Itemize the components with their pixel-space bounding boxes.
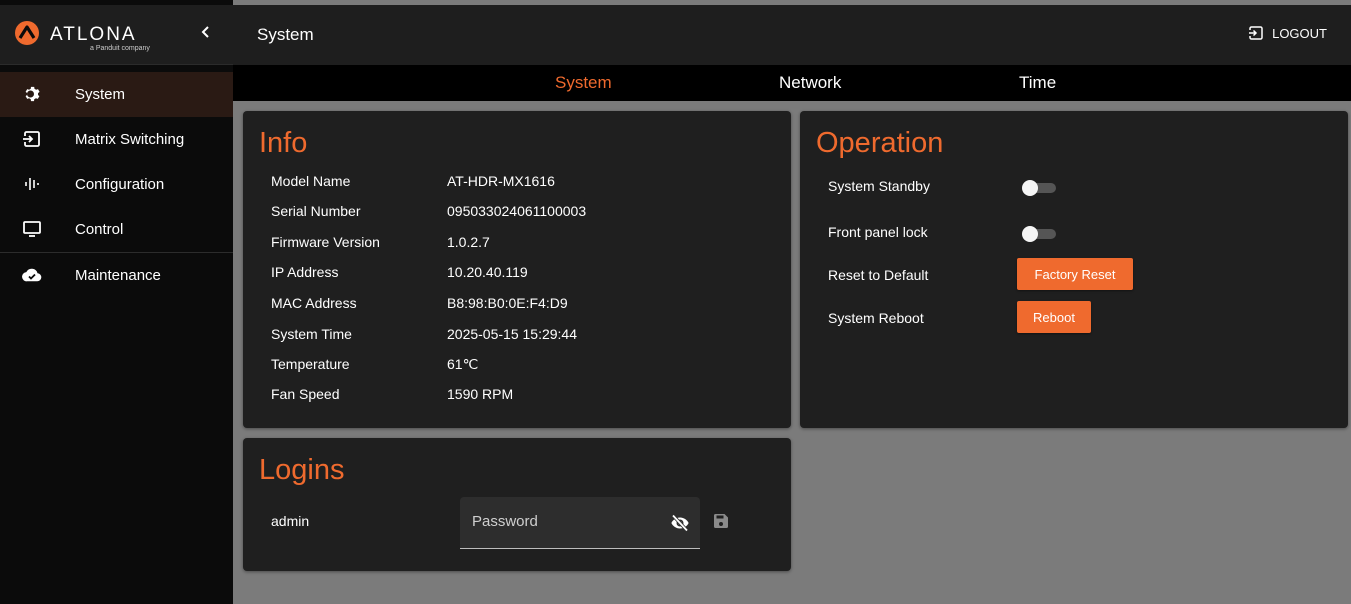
logo-bar: ATLONA a Panduit company bbox=[0, 5, 233, 65]
standby-label: System Standby bbox=[828, 178, 930, 194]
info-key: Temperature bbox=[271, 356, 350, 372]
reboot-label: System Reboot bbox=[828, 310, 924, 326]
tab-bar: System Network Time bbox=[233, 65, 1351, 101]
info-value: AT-HDR-MX1616 bbox=[447, 173, 555, 189]
logout-button[interactable]: LOGOUT bbox=[1248, 25, 1327, 41]
input-icon bbox=[22, 129, 42, 149]
info-value: 095033024061100003 bbox=[447, 203, 587, 219]
login-username: admin bbox=[271, 513, 310, 529]
tab-network[interactable]: Network bbox=[779, 73, 841, 93]
sidebar-item-matrix-switching[interactable]: Matrix Switching bbox=[0, 117, 233, 162]
info-key: System Time bbox=[271, 326, 352, 342]
sidebar-item-label: System bbox=[75, 86, 126, 103]
info-title: Info bbox=[259, 127, 308, 159]
info-key: Firmware Version bbox=[271, 234, 380, 250]
app-root: ATLONA a Panduit company System Matrix S… bbox=[0, 0, 1351, 604]
monitor-icon bbox=[22, 219, 42, 239]
save-icon[interactable] bbox=[713, 513, 729, 529]
info-card: Info Model Name AT-HDR-MX1616 Serial Num… bbox=[243, 111, 791, 428]
info-value: 1.0.2.7 bbox=[447, 234, 490, 250]
info-value: 61℃ bbox=[447, 356, 479, 372]
reboot-button[interactable]: Reboot bbox=[1017, 301, 1091, 333]
info-key: Model Name bbox=[271, 173, 351, 189]
chevron-left-icon bbox=[201, 26, 209, 38]
sidebar: ATLONA a Panduit company System Matrix S… bbox=[0, 0, 233, 604]
gear-icon bbox=[22, 84, 42, 104]
page-title: System bbox=[257, 25, 314, 44]
sidebar-nav: System Matrix Switching Configuration Co… bbox=[0, 72, 233, 298]
sidebar-item-maintenance[interactable]: Maintenance bbox=[0, 253, 233, 298]
info-key: Serial Number bbox=[271, 203, 361, 219]
logins-card: Logins admin bbox=[243, 438, 791, 571]
cloud-check-icon bbox=[22, 265, 42, 285]
toggle-knob bbox=[1022, 226, 1038, 242]
info-key: IP Address bbox=[271, 264, 339, 280]
header-bar: System LOGOUT bbox=[233, 5, 1351, 65]
collapse-sidebar-button[interactable] bbox=[196, 22, 216, 42]
sidebar-item-configuration[interactable]: Configuration bbox=[0, 162, 233, 207]
toggle-knob bbox=[1022, 180, 1038, 196]
sidebar-item-label: Maintenance bbox=[75, 267, 161, 284]
logout-icon bbox=[1248, 26, 1263, 40]
tab-time[interactable]: Time bbox=[1019, 73, 1056, 93]
front-panel-lock-label: Front panel lock bbox=[828, 224, 928, 240]
system-standby-toggle[interactable] bbox=[1022, 180, 1058, 196]
logout-label: LOGOUT bbox=[1272, 25, 1327, 41]
info-value: 1590 RPM bbox=[447, 386, 514, 402]
sidebar-item-label: Matrix Switching bbox=[75, 131, 185, 148]
info-key: MAC Address bbox=[271, 295, 357, 311]
operation-title: Operation bbox=[816, 127, 944, 159]
audio-levels-icon bbox=[22, 174, 42, 194]
front-panel-lock-toggle[interactable] bbox=[1022, 226, 1058, 242]
brand-name: ATLONA bbox=[50, 24, 137, 45]
password-input[interactable] bbox=[472, 513, 662, 530]
tab-system[interactable]: System bbox=[555, 73, 612, 93]
info-value: 10.20.40.119 bbox=[447, 264, 528, 280]
sidebar-item-control[interactable]: Control bbox=[0, 207, 233, 252]
sidebar-item-label: Configuration bbox=[75, 176, 165, 193]
sidebar-item-label: Control bbox=[75, 221, 124, 238]
visibility-off-icon[interactable] bbox=[670, 513, 690, 533]
logins-title: Logins bbox=[259, 454, 345, 486]
reset-label: Reset to Default bbox=[828, 267, 929, 283]
info-key: Fan Speed bbox=[271, 386, 340, 402]
sidebar-item-system[interactable]: System bbox=[0, 72, 233, 117]
atlona-logo-icon bbox=[15, 21, 39, 45]
info-value: B8:98:B0:0E:F4:D9 bbox=[447, 295, 568, 311]
info-value: 2025-05-15 15:29:44 bbox=[447, 326, 577, 342]
brand-sub: a Panduit company bbox=[90, 45, 150, 52]
factory-reset-button[interactable]: Factory Reset bbox=[1017, 258, 1133, 290]
password-field bbox=[460, 497, 700, 549]
operation-card: Operation System Standby Front panel loc… bbox=[800, 111, 1348, 428]
